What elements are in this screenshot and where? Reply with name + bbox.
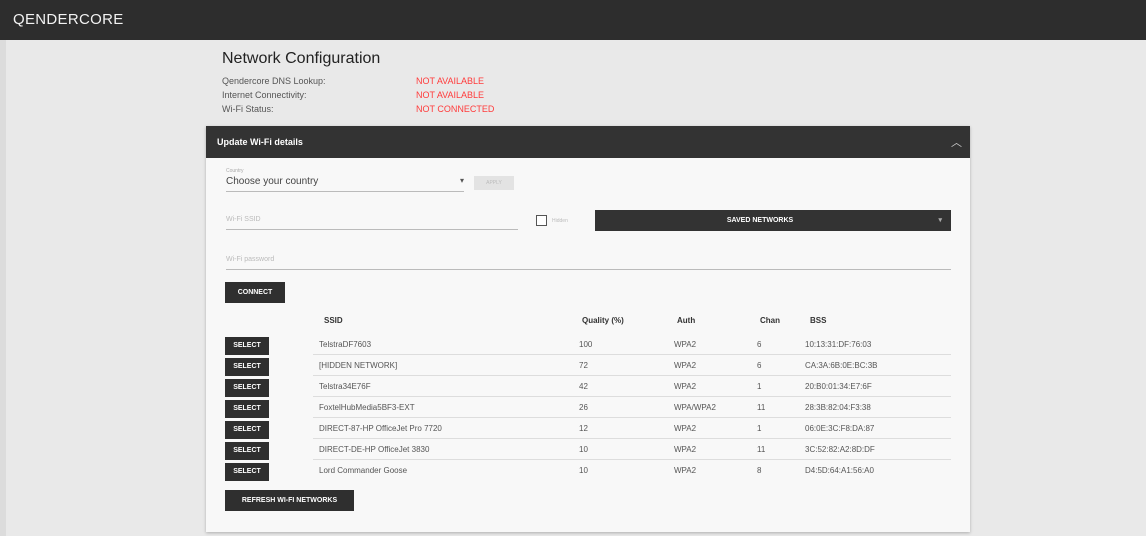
select-button[interactable]: SELECT: [225, 358, 269, 376]
cell-quality: 100: [579, 340, 593, 349]
table-row: DIRECT-DE-HP OfficeJet 3830 10 WPA2 11 3…: [313, 439, 951, 460]
select-button[interactable]: SELECT: [225, 337, 269, 355]
cell-bss: CA:3A:6B:0E:BC:3B: [805, 361, 878, 370]
select-button[interactable]: SELECT: [225, 463, 269, 481]
status-label-internet: Internet Connectivity:: [222, 90, 307, 100]
cell-quality: 10: [579, 466, 588, 475]
status-label-wifi: Wi-Fi Status:: [222, 104, 274, 114]
cell-quality: 26: [579, 403, 588, 412]
status-label-dns: Qendercore DNS Lookup:: [222, 76, 326, 86]
cell-chan: 8: [757, 466, 762, 475]
saved-networks-dropdown[interactable]: SAVED NETWORKS ▾: [595, 210, 951, 231]
cell-quality: 42: [579, 382, 588, 391]
cell-auth: WPA2: [674, 361, 697, 370]
table-row: DIRECT-87-HP OfficeJet Pro 7720 12 WPA2 …: [313, 418, 951, 439]
cell-chan: 1: [757, 424, 762, 433]
cell-ssid: DIRECT-87-HP OfficeJet Pro 7720: [319, 424, 442, 433]
cell-ssid: TelstraDF7603: [319, 340, 372, 349]
hidden-checkbox[interactable]: [536, 215, 547, 226]
chevron-up-icon[interactable]: ︿: [951, 134, 962, 150]
cell-chan: 1: [757, 382, 762, 391]
table-row: TelstraDF7603 100 WPA2 6 10:13:31:DF:76:…: [313, 334, 951, 355]
cell-auth: WPA/WPA2: [674, 403, 716, 412]
table-row: Lord Commander Goose 10 WPA2 8 D4:5D:64:…: [313, 460, 951, 481]
select-button[interactable]: SELECT: [225, 379, 269, 397]
password-input[interactable]: Wi-Fi password: [226, 256, 951, 270]
cell-quality: 72: [579, 361, 588, 370]
select-button[interactable]: SELECT: [225, 442, 269, 460]
table-row: [HIDDEN NETWORK] 72 WPA2 6 CA:3A:6B:0E:B…: [313, 355, 951, 376]
column-header-bss: BSS: [810, 316, 827, 325]
cell-chan: 11: [757, 445, 766, 454]
cell-chan: 11: [757, 403, 766, 412]
cell-bss: 28:3B:82:04:F3:38: [805, 403, 871, 412]
status-value-wifi: NOT CONNECTED: [416, 104, 495, 114]
table-row: Telstra34E76F 42 WPA2 1 20:B0:01:34:E7:6…: [313, 376, 951, 397]
cell-bss: 06:0E:3C:F8:DA:87: [805, 424, 875, 433]
panel-title: Update Wi-Fi details: [217, 137, 303, 147]
country-select-value: Choose your country: [226, 176, 319, 187]
connect-button[interactable]: CONNECT: [225, 282, 285, 303]
column-header-quality: Quality (%): [582, 316, 624, 325]
page-title: Network Configuration: [222, 50, 381, 67]
saved-networks-label: SAVED NETWORKS: [726, 217, 794, 224]
hidden-checkbox-label: Hidden: [552, 218, 568, 224]
cell-bss: 10:13:31:DF:76:03: [805, 340, 872, 349]
country-select[interactable]: Choose your country ▾: [226, 176, 464, 192]
column-header-chan: Chan: [760, 316, 780, 325]
cell-ssid: FoxtelHubMedia5BF3-EXT: [319, 403, 415, 412]
cell-ssid: Telstra34E76F: [319, 382, 371, 391]
cell-ssid: Lord Commander Goose: [319, 466, 408, 475]
ssid-input[interactable]: Wi-Fi SSID: [226, 216, 518, 230]
table-row: FoxtelHubMedia5BF3-EXT 26 WPA/WPA2 11 28…: [313, 397, 951, 418]
brand-logo: QENDERCORE: [13, 11, 124, 28]
cell-auth: WPA2: [674, 382, 697, 391]
cell-ssid: DIRECT-DE-HP OfficeJet 3830: [319, 445, 430, 454]
select-button[interactable]: SELECT: [225, 400, 269, 418]
wifi-panel: Update Wi-Fi details ︿ Country Choose yo…: [206, 126, 970, 532]
cell-bss: 3C:52:82:A2:8D:DF: [805, 445, 875, 454]
status-value-dns: NOT AVAILABLE: [416, 76, 485, 86]
status-value-internet: NOT AVAILABLE: [416, 90, 485, 100]
cell-quality: 12: [579, 424, 588, 433]
dropdown-arrow-icon: ▾: [459, 176, 464, 185]
cell-chan: 6: [757, 361, 762, 370]
top-bar: QENDERCORE: [0, 0, 1146, 40]
column-header-auth: Auth: [677, 316, 696, 325]
chevron-down-icon: ▾: [938, 217, 942, 224]
cell-bss: 20:B0:01:34:E7:6F: [805, 382, 872, 391]
apply-country-button[interactable]: APPLY: [474, 176, 514, 190]
cell-auth: WPA2: [674, 466, 697, 475]
cell-quality: 10: [579, 445, 588, 454]
panel-header[interactable]: Update Wi-Fi details ︿: [206, 126, 970, 158]
refresh-wifi-networks-button[interactable]: REFRESH WI-FI NETWORKS: [225, 490, 354, 511]
cell-auth: WPA2: [674, 424, 697, 433]
country-label: Country: [226, 168, 244, 174]
cell-chan: 6: [757, 340, 762, 349]
cell-auth: WPA2: [674, 445, 697, 454]
select-button[interactable]: SELECT: [225, 421, 269, 439]
cell-auth: WPA2: [674, 340, 697, 349]
cell-bss: D4:5D:64:A1:56:A0: [805, 466, 874, 475]
column-header-ssid: SSID: [324, 316, 343, 325]
cell-ssid: [HIDDEN NETWORK]: [319, 361, 398, 370]
left-strip: [0, 40, 6, 536]
